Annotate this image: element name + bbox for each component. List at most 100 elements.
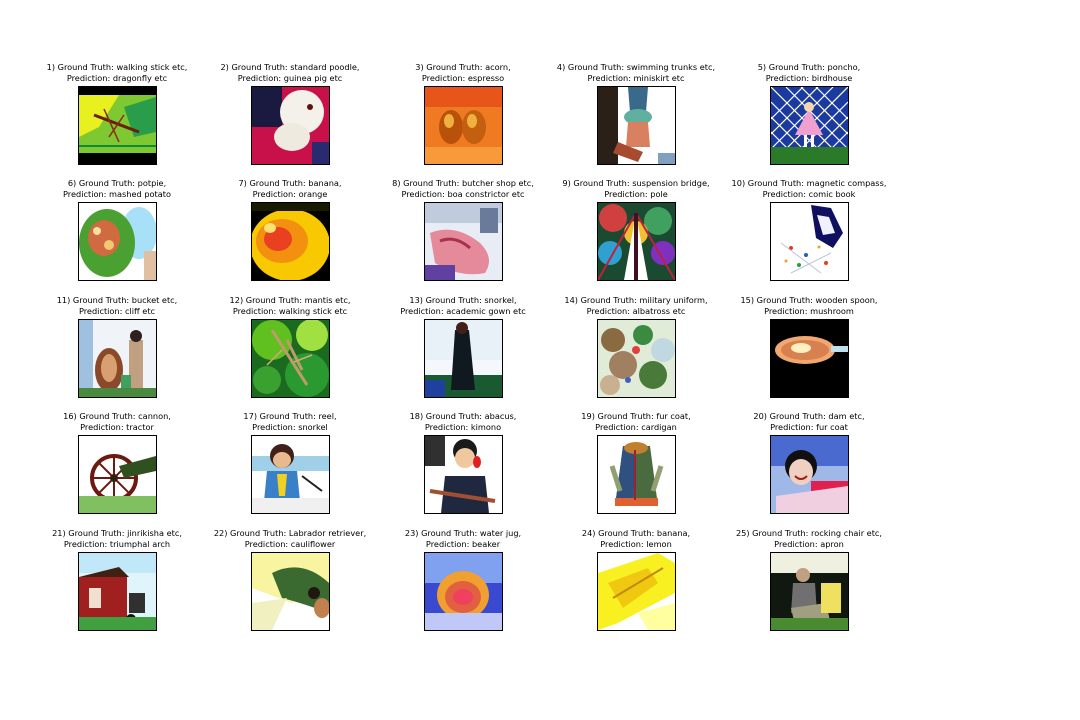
panel-image [78,552,157,631]
grid-panel: 5) Ground Truth: poncho, Prediction: bird… [719,62,899,174]
panel-caption: 8) Ground Truth: butcher shop etc, Predic… [373,178,553,200]
ground-truth-label: 12) Ground Truth: mantis etc, [229,295,351,305]
ground-truth-label: 24) Ground Truth: banana, [581,528,691,538]
grid-panel: 4) Ground Truth: swimming trunks etc, Pre… [546,62,726,174]
ground-truth-label: 2) Ground Truth: standard poodle, [220,62,360,72]
prediction-label: Prediction: orange [252,189,328,199]
grid-panel: 3) Ground Truth: acorn, Prediction: espre… [373,62,553,174]
panel-image [424,435,503,514]
panel-caption: 7) Ground Truth: banana, Prediction: oran… [200,178,380,200]
panel-caption: 16) Ground Truth: cannon, Prediction: tra… [27,411,207,433]
panel-image [597,552,676,631]
panel-image [770,552,849,631]
panel-image [251,86,330,165]
panel-image [78,319,157,398]
prediction-label: Prediction: comic book [762,189,856,199]
ground-truth-label: 25) Ground Truth: rocking chair etc, [735,528,883,538]
prediction-label: Prediction: apron [774,539,844,549]
ground-truth-label: 21) Ground Truth: jinrikisha etc, [52,528,182,538]
panel-image [424,202,503,281]
grid-panel: 7) Ground Truth: banana, Prediction: oran… [200,178,380,290]
prediction-label: Prediction: mushroom [764,306,854,316]
grid-panel: 13) Ground Truth: snorkel, Prediction: ac… [373,295,553,407]
prediction-label: Prediction: espresso [421,73,505,83]
ground-truth-label: 18) Ground Truth: abacus, [409,411,517,421]
panel-image [251,202,330,281]
ground-truth-label: 13) Ground Truth: snorkel, [409,295,517,305]
panel-image [78,86,157,165]
prediction-label: Prediction: birdhouse [765,73,853,83]
panel-caption: 17) Ground Truth: reel, Prediction: snork… [200,411,380,433]
grid-panel: 20) Ground Truth: dam etc, Prediction: fu… [719,411,899,523]
panel-caption: 25) Ground Truth: rocking chair etc, Pred… [719,528,899,550]
prediction-label: Prediction: cliff etc [78,306,156,316]
panel-caption: 18) Ground Truth: abacus, Prediction: kim… [373,411,553,433]
panel-image [78,202,157,281]
ground-truth-label: 9) Ground Truth: suspension bridge, [562,178,710,188]
grid-panel: 24) Ground Truth: banana, Prediction: lem… [546,528,726,640]
ground-truth-label: 19) Ground Truth: fur coat, [581,411,691,421]
panel-image [424,319,503,398]
ground-truth-label: 11) Ground Truth: bucket etc, [56,295,178,305]
grid-panel: 14) Ground Truth: military uniform, Predi… [546,295,726,407]
ground-truth-label: 15) Ground Truth: wooden spoon, [740,295,878,305]
panel-image [597,86,676,165]
panel-caption: 3) Ground Truth: acorn, Prediction: espre… [373,62,553,84]
grid-panel: 11) Ground Truth: bucket etc, Prediction:… [27,295,207,407]
prediction-label: Prediction: cardigan [595,422,677,432]
prediction-label: Prediction: mashed potato [63,189,171,199]
panel-image [770,86,849,165]
panel-caption: 12) Ground Truth: mantis etc, Prediction:… [200,295,380,317]
grid-panel: 12) Ground Truth: mantis etc, Prediction:… [200,295,380,407]
panel-caption: 1) Ground Truth: walking stick etc, Predi… [27,62,207,84]
panel-image [770,202,849,281]
ground-truth-label: 1) Ground Truth: walking stick etc, [46,62,188,72]
panel-caption: 19) Ground Truth: fur coat, Prediction: c… [546,411,726,433]
ground-truth-label: 6) Ground Truth: potpie, [67,178,167,188]
panel-caption: 4) Ground Truth: swimming trunks etc, Pre… [546,62,726,84]
panel-caption: 15) Ground Truth: wooden spoon, Predictio… [719,295,899,317]
grid-panel: 2) Ground Truth: standard poodle, Predict… [200,62,380,174]
prediction-label: Prediction: academic gown etc [400,306,526,316]
grid-panel: 6) Ground Truth: potpie, Prediction: mash… [27,178,207,290]
grid-panel: 1) Ground Truth: walking stick etc, Predi… [27,62,207,174]
panel-image [597,202,676,281]
panel-caption: 6) Ground Truth: potpie, Prediction: mash… [27,178,207,200]
panel-image [597,319,676,398]
panel-caption: 10) Ground Truth: magnetic compass, Predi… [719,178,899,200]
grid-panel: 19) Ground Truth: fur coat, Prediction: c… [546,411,726,523]
grid-panel: 16) Ground Truth: cannon, Prediction: tra… [27,411,207,523]
prediction-label: Prediction: boa constrictor etc [401,189,525,199]
ground-truth-label: 22) Ground Truth: Labrador retriever, [213,528,367,538]
ground-truth-label: 7) Ground Truth: banana, [238,178,342,188]
ground-truth-label: 20) Ground Truth: dam etc, [753,411,865,421]
panel-image [770,435,849,514]
grid-panel: 22) Ground Truth: Labrador retriever, Pre… [200,528,380,640]
panel-image [424,86,503,165]
prediction-label: Prediction: miniskirt etc [587,73,685,83]
prediction-label: Prediction: snorkel [252,422,328,432]
panel-image [251,319,330,398]
panel-image [770,319,849,398]
prediction-label: Prediction: tractor [80,422,154,432]
grid-panel: 15) Ground Truth: wooden spoon, Predictio… [719,295,899,407]
panel-caption: 23) Ground Truth: water jug, Prediction: … [373,528,553,550]
panel-caption: 13) Ground Truth: snorkel, Prediction: ac… [373,295,553,317]
panel-caption: 21) Ground Truth: jinrikisha etc, Predict… [27,528,207,550]
prediction-label: Prediction: albatross etc [586,306,686,316]
panel-image [424,552,503,631]
panel-caption: 9) Ground Truth: suspension bridge, Predi… [546,178,726,200]
prediction-label: Prediction: guinea pig etc [237,73,343,83]
ground-truth-label: 17) Ground Truth: reel, [243,411,337,421]
prediction-label: Prediction: cauliflower [244,539,336,549]
panel-caption: 24) Ground Truth: banana, Prediction: lem… [546,528,726,550]
ground-truth-label: 5) Ground Truth: poncho, [757,62,861,72]
panel-caption: 5) Ground Truth: poncho, Prediction: bird… [719,62,899,84]
ground-truth-label: 4) Ground Truth: swimming trunks etc, [556,62,716,72]
grid-panel: 23) Ground Truth: water jug, Prediction: … [373,528,553,640]
ground-truth-label: 16) Ground Truth: cannon, [63,411,171,421]
prediction-label: Prediction: beaker [425,539,501,549]
panel-image [78,435,157,514]
grid-panel: 25) Ground Truth: rocking chair etc, Pred… [719,528,899,640]
grid-panel: 9) Ground Truth: suspension bridge, Predi… [546,178,726,290]
